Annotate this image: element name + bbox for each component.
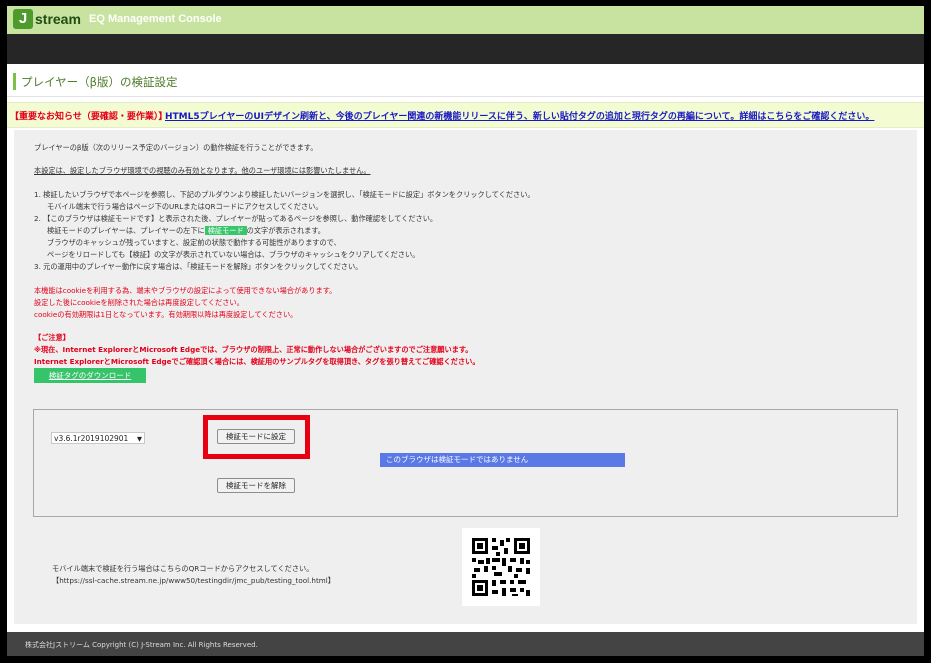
caution-title: 【ご注意】 [34,333,70,342]
step-1: 1. 検証したいブラウザで本ページを参照し、下記のプルダウンより検証したいバージ… [34,190,535,199]
verify-mode-badge: 検証モード [204,226,247,235]
version-select-value: v3.6.1r2019102901 [54,434,129,443]
scope-note: 本設定は、設定したブラウザ環境での視聴のみ有効となります。他のユーザ環境には影響… [34,166,371,175]
highlight-frame [203,415,310,459]
app-window: J stream EQ Management Console プレイヤー（β版）… [7,6,924,656]
nav-bar [7,34,924,64]
top-header: J stream EQ Management Console [7,6,924,34]
notice-banner: 【重要なお知らせ（要確認・要作業）】 HTML5プレイヤーのUIデザイン刷新と、… [7,102,924,128]
step-2: 2. 【このブラウザは検証モードです】と表示された後、プレイヤーが貼ってあるペー… [34,214,438,223]
cookie-note-3: cookieの有効期限は1日となっています。有効期限以降は再度設定してください。 [34,310,298,319]
step-2-sub-2: ブラウザのキャッシュが残っていますと、設定前の状態で動作する可能性がありますので… [47,238,341,247]
logo-text: stream [35,11,81,27]
footer: 株式会社Jストリーム Copyright (C) J-Stream Inc. A… [7,632,924,656]
mobile-access-url[interactable]: 【https://ssl-cache.stream.ne.jp/www50/te… [52,576,335,586]
jstream-logo[interactable]: J stream [13,9,81,29]
notice-link[interactable]: HTML5プレイヤーのUIデザイン刷新と、今後のプレイヤー関連の新機能リリースに… [165,109,874,122]
step-2-sub-1-post: の文字が表示されます。 [246,226,325,235]
cookie-note-1: 本機能はcookieを利用する為、端末やブラウザの設定によって使用できない場合が… [34,286,337,295]
step-1-sub: モバイル端末で行う場合はページ下のURLまたはQRコードにアクセスしてください。 [47,202,323,211]
intro-text: プレイヤーのβ版（次のリリース予定のバージョン）の動作検証を行うことができます。 [34,143,318,152]
mobile-access-text: モバイル端末で検証を行う場合はこちらのQRコードからアクセスしてください。 [52,564,314,573]
clear-verify-mode-button[interactable]: 検証モードを解除 [217,478,295,493]
qr-code [462,528,540,606]
page-title-bar: プレイヤー（β版）の検証設定 [7,68,924,97]
chevron-down-icon: ▼ [137,435,142,443]
step-2-sub-1-pre: 検証モードのプレイヤーは、プレイヤーの左下に [47,226,205,235]
step-2-sub-1: 検証モードのプレイヤーは、プレイヤーの左下に 検証モード の文字が表示されます。 [47,226,325,236]
page-title: プレイヤー（β版）の検証設定 [21,75,178,89]
version-select[interactable]: v3.6.1r2019102901 ▼ [51,432,145,444]
step-3: 3. 元の運用中のプレイヤー動作に戻す場合は、「検証モードを解除」ボタンをクリッ… [34,262,363,271]
verify-status: このブラウザは検証モードではありません [380,453,625,467]
caution-2: Internet ExplorerとMicrosoft Edgeでご確認頂く場合… [34,357,480,366]
notice-tag: 【重要なお知らせ（要確認・要作業）】 [10,112,168,122]
copyright-text: 株式会社Jストリーム Copyright (C) J-Stream Inc. A… [25,641,258,649]
title-accent-bar [13,73,16,90]
step-2-sub-3: ページをリロードしても【検証】の文字が表示されていない場合は、ブラウザのキャッシ… [47,250,420,259]
caution-1: ※現在、Internet ExplorerとMicrosoft Edgeでは、ブ… [34,345,473,354]
logo-mark: J [13,9,33,29]
app-title: EQ Management Console [89,13,222,25]
cookie-note-2: 設定した後にcookieを削除された場合は再度設定してください。 [34,298,244,307]
download-tag-button[interactable]: 検証タグのダウンロード [34,368,146,383]
